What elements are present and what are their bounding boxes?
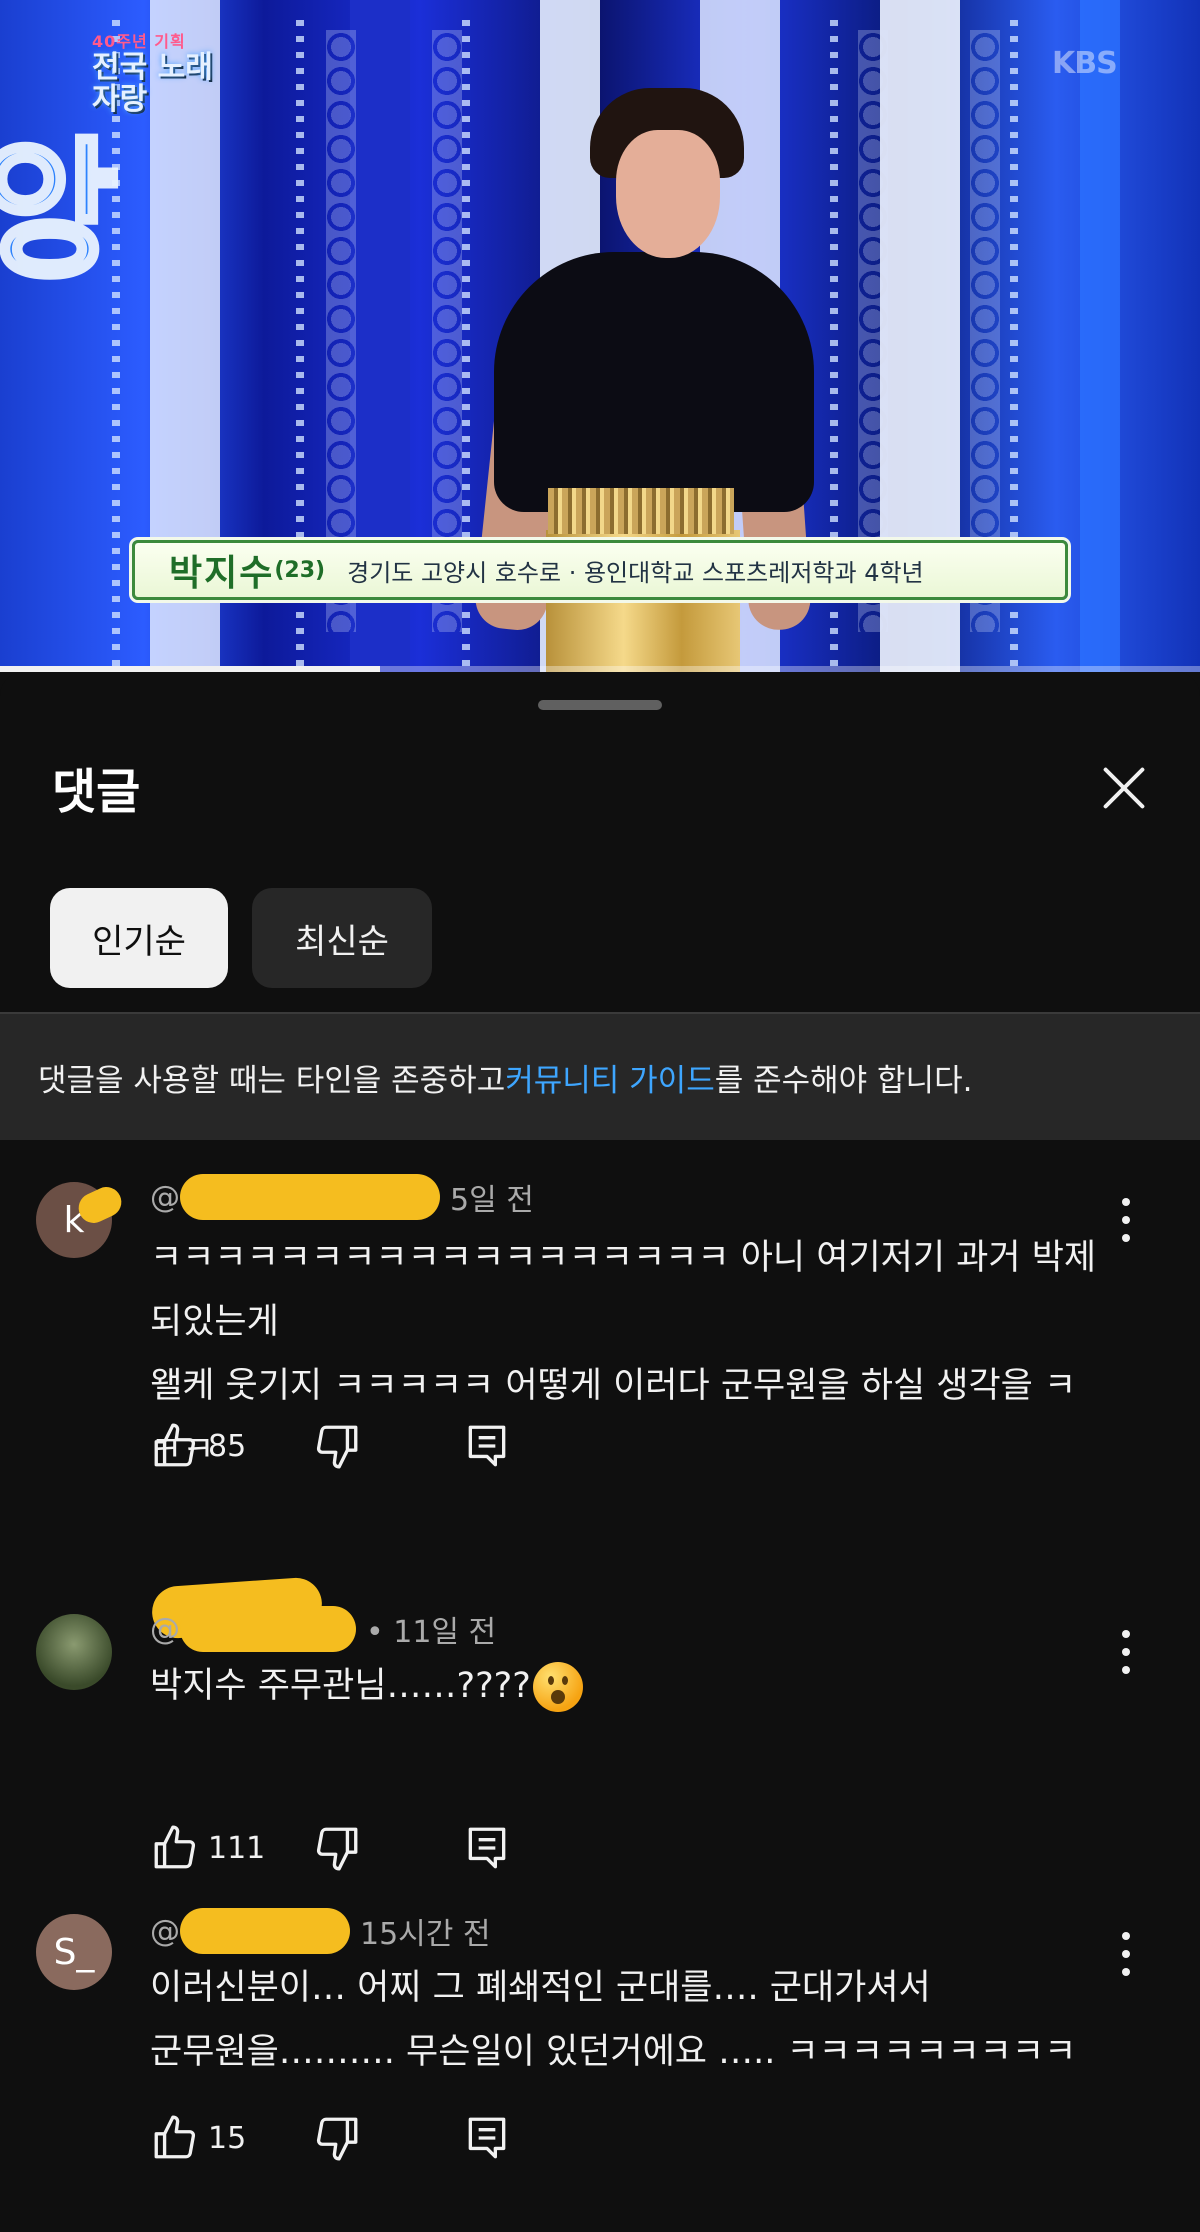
video-player[interactable]: 앙 40주년 기획 전국 노래자랑 KBS 박지수 (23) 경기도 고양시 호… [0,0,1200,672]
sort-chip-newest[interactable]: 최신순 [252,888,432,988]
performer-face [616,130,720,258]
close-icon[interactable] [1094,758,1154,818]
show-logo-title: 전국 노래자랑 [92,50,213,117]
comment-actions: 111 [150,1820,512,1876]
avatar-letter: S_ [53,1931,95,1973]
more-vert-icon[interactable] [1112,1630,1140,1674]
comment-meta: @ 15시간 전 [150,1908,491,1954]
sheet-title: 댓글 [52,764,141,820]
like-count: 111 [208,1830,266,1866]
show-logo-subtitle: 40주년 기획 [92,32,186,51]
stage-sign-letter: 앙 [0,122,121,302]
comment-text: 이러신분이… 어찌 그 폐쇄적인 군대를…. 군대가셔서 군무원을………. 무슨… [150,1968,1077,2072]
like-count: 15 [208,2120,247,2156]
sort-chip-top[interactable]: 인기순 [50,888,228,988]
comments-sheet: 댓글 인기순 최신순 댓글을 사용할 때는 타인을 존중하고 커뮤니티 가이드 를… [0,672,1200,2232]
reply-icon[interactable] [462,1421,512,1471]
comment-actions: 15 [150,2110,512,2166]
contestant-age: (23) [274,557,326,583]
more-vert-icon[interactable] [1112,1932,1140,1976]
comment-time: 5일 전 [450,1183,534,1218]
comment-meta: @ • 11일 전 [150,1606,496,1652]
redacted-handle[interactable] [180,1174,440,1220]
avatar[interactable]: S_ [36,1914,112,1990]
stage-light-stripe [1080,0,1120,672]
comment-actions: 85 [150,1418,512,1474]
performer-belt [548,488,734,534]
guideline-text: 댓글을 사용할 때는 타인을 존중하고 [38,1062,506,1099]
avatar[interactable] [36,1614,112,1690]
surprised-face-emoji-icon [532,1662,583,1712]
contestant-caption: 박지수 (23) 경기도 고양시 호수로 · 용인대학교 스포츠레저학과 4학년 [132,540,1068,600]
comment-meta: @ 5일 전 [150,1174,534,1220]
thumbs-up-icon[interactable] [150,1823,200,1873]
reply-icon[interactable] [462,2113,512,2163]
contestant-description: 경기도 고양시 호수로 · 용인대학교 스포츠레저학과 4학년 [347,558,924,587]
comment-handle-prefix: @ [150,1179,180,1215]
community-guidelines-link[interactable]: 커뮤니티 가이드 [505,1055,715,1100]
contestant-name: 박지수 [169,553,275,594]
channel-watermark: KBS [1052,46,1118,81]
thumbs-down-icon[interactable] [312,1823,362,1873]
comment-body: 박지수 주무관님……???? [150,1654,1110,1718]
redacted-handle[interactable] [180,1908,350,1954]
show-logo: 40주년 기획 전국 노래자랑 [92,28,232,116]
comment-time: 15시간 전 [360,1917,491,1952]
more-vert-icon[interactable] [1112,1198,1140,1242]
thumbs-down-icon[interactable] [312,1421,362,1471]
thumbs-up-icon[interactable] [150,1421,200,1471]
performer-shirt [494,252,814,512]
comment-text: 박지수 주무관님……???? [150,1666,531,1706]
community-guideline-banner: 댓글을 사용할 때는 타인을 존중하고 커뮤니티 가이드 를 준수해야 합니다. [0,1012,1200,1140]
drag-handle[interactable] [538,700,662,710]
comment-time: • 11일 전 [366,1615,497,1650]
thumbs-up-icon[interactable] [150,2113,200,2163]
like-count: 85 [208,1428,247,1464]
reply-icon[interactable] [462,1823,512,1873]
guideline-text: 를 준수해야 합니다. [714,1062,973,1099]
redacted-handle[interactable] [180,1606,356,1652]
comment-handle-prefix: @ [150,1913,180,1949]
comment-handle-prefix: @ [150,1611,180,1647]
thumbs-down-icon[interactable] [312,2113,362,2163]
